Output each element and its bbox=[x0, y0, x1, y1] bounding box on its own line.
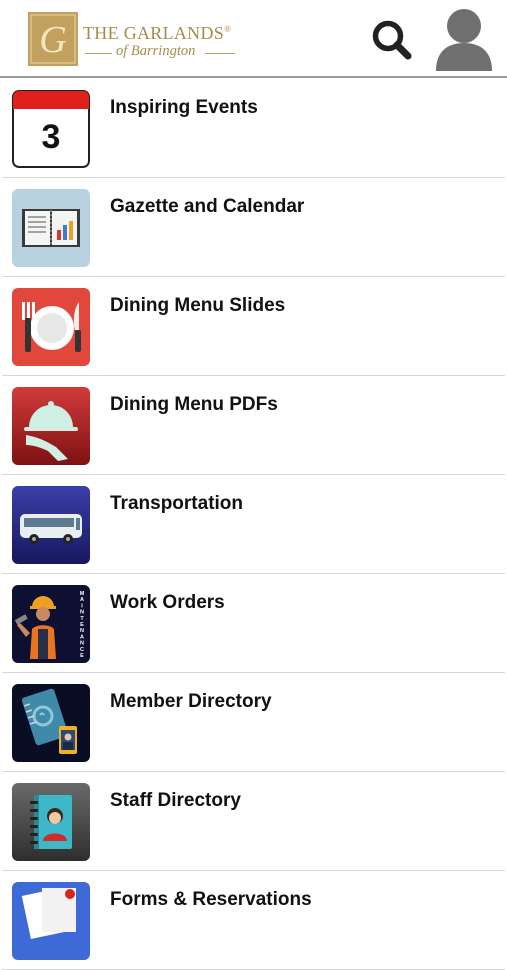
menu-item-label: Dining Menu PDFs bbox=[110, 394, 278, 415]
menu-item-label: Gazette and Calendar bbox=[110, 196, 305, 217]
app-header: G THE GARLANDS® of Barrington bbox=[0, 0, 507, 78]
garlands-g-monogram-icon: G bbox=[28, 12, 78, 66]
menu-item-label: Inspiring Events bbox=[110, 97, 258, 118]
menu-item-dining-menu-pdfs[interactable]: Dining Menu PDFs bbox=[2, 376, 505, 475]
menu-item-inspiring-events[interactable]: 3 Inspiring Events bbox=[2, 79, 505, 178]
cloche-icon bbox=[12, 387, 90, 465]
menu-item-member-directory[interactable]: Member Directory bbox=[2, 673, 505, 772]
menu-item-forms-reservations[interactable]: Forms & Reservations bbox=[2, 871, 505, 970]
search-icon bbox=[372, 20, 412, 60]
menu-item-label: Forms & Reservations bbox=[110, 889, 312, 910]
brand-divider-left bbox=[85, 53, 112, 54]
calendar-day: 3 bbox=[42, 118, 61, 156]
brand-subtitle: of Barrington bbox=[116, 43, 196, 59]
garlands-logo: G THE GARLANDS® of Barrington bbox=[28, 12, 238, 68]
user-avatar-icon bbox=[436, 9, 492, 71]
calendar-icon: 3 bbox=[12, 90, 90, 168]
menu-item-gazette-calendar[interactable]: Gazette and Calendar bbox=[2, 178, 505, 277]
menu-item-label: Work Orders bbox=[110, 592, 225, 613]
menu-item-dining-menu-slides[interactable]: Dining Menu Slides bbox=[2, 277, 505, 376]
svg-text:G: G bbox=[39, 19, 66, 61]
menu-item-label: Transportation bbox=[110, 493, 244, 514]
menu-list: 3 Inspiring Events Gazette and Calendar bbox=[2, 79, 505, 970]
brand-name: THE GARLANDS® bbox=[83, 23, 232, 43]
menu-item-label: Staff Directory bbox=[110, 790, 241, 811]
gazette-icon bbox=[12, 189, 90, 267]
search-button[interactable] bbox=[368, 16, 416, 64]
menu-item-transportation[interactable]: Transportation bbox=[2, 475, 505, 574]
forms-icon bbox=[12, 882, 90, 960]
menu-item-label: Member Directory bbox=[110, 691, 272, 712]
member-directory-icon bbox=[12, 684, 90, 762]
staff-directory-icon bbox=[12, 783, 90, 861]
maintenance-worker-icon: MAINTENANCE bbox=[12, 585, 90, 663]
menu-item-staff-directory[interactable]: Staff Directory bbox=[2, 772, 505, 871]
brand-divider-right bbox=[205, 53, 235, 54]
bus-icon bbox=[12, 486, 90, 564]
plate-cutlery-icon bbox=[12, 288, 90, 366]
profile-button[interactable] bbox=[434, 5, 494, 73]
menu-item-label: Dining Menu Slides bbox=[110, 295, 286, 316]
menu-item-work-orders[interactable]: MAINTENANCE Work Orders bbox=[2, 574, 505, 673]
